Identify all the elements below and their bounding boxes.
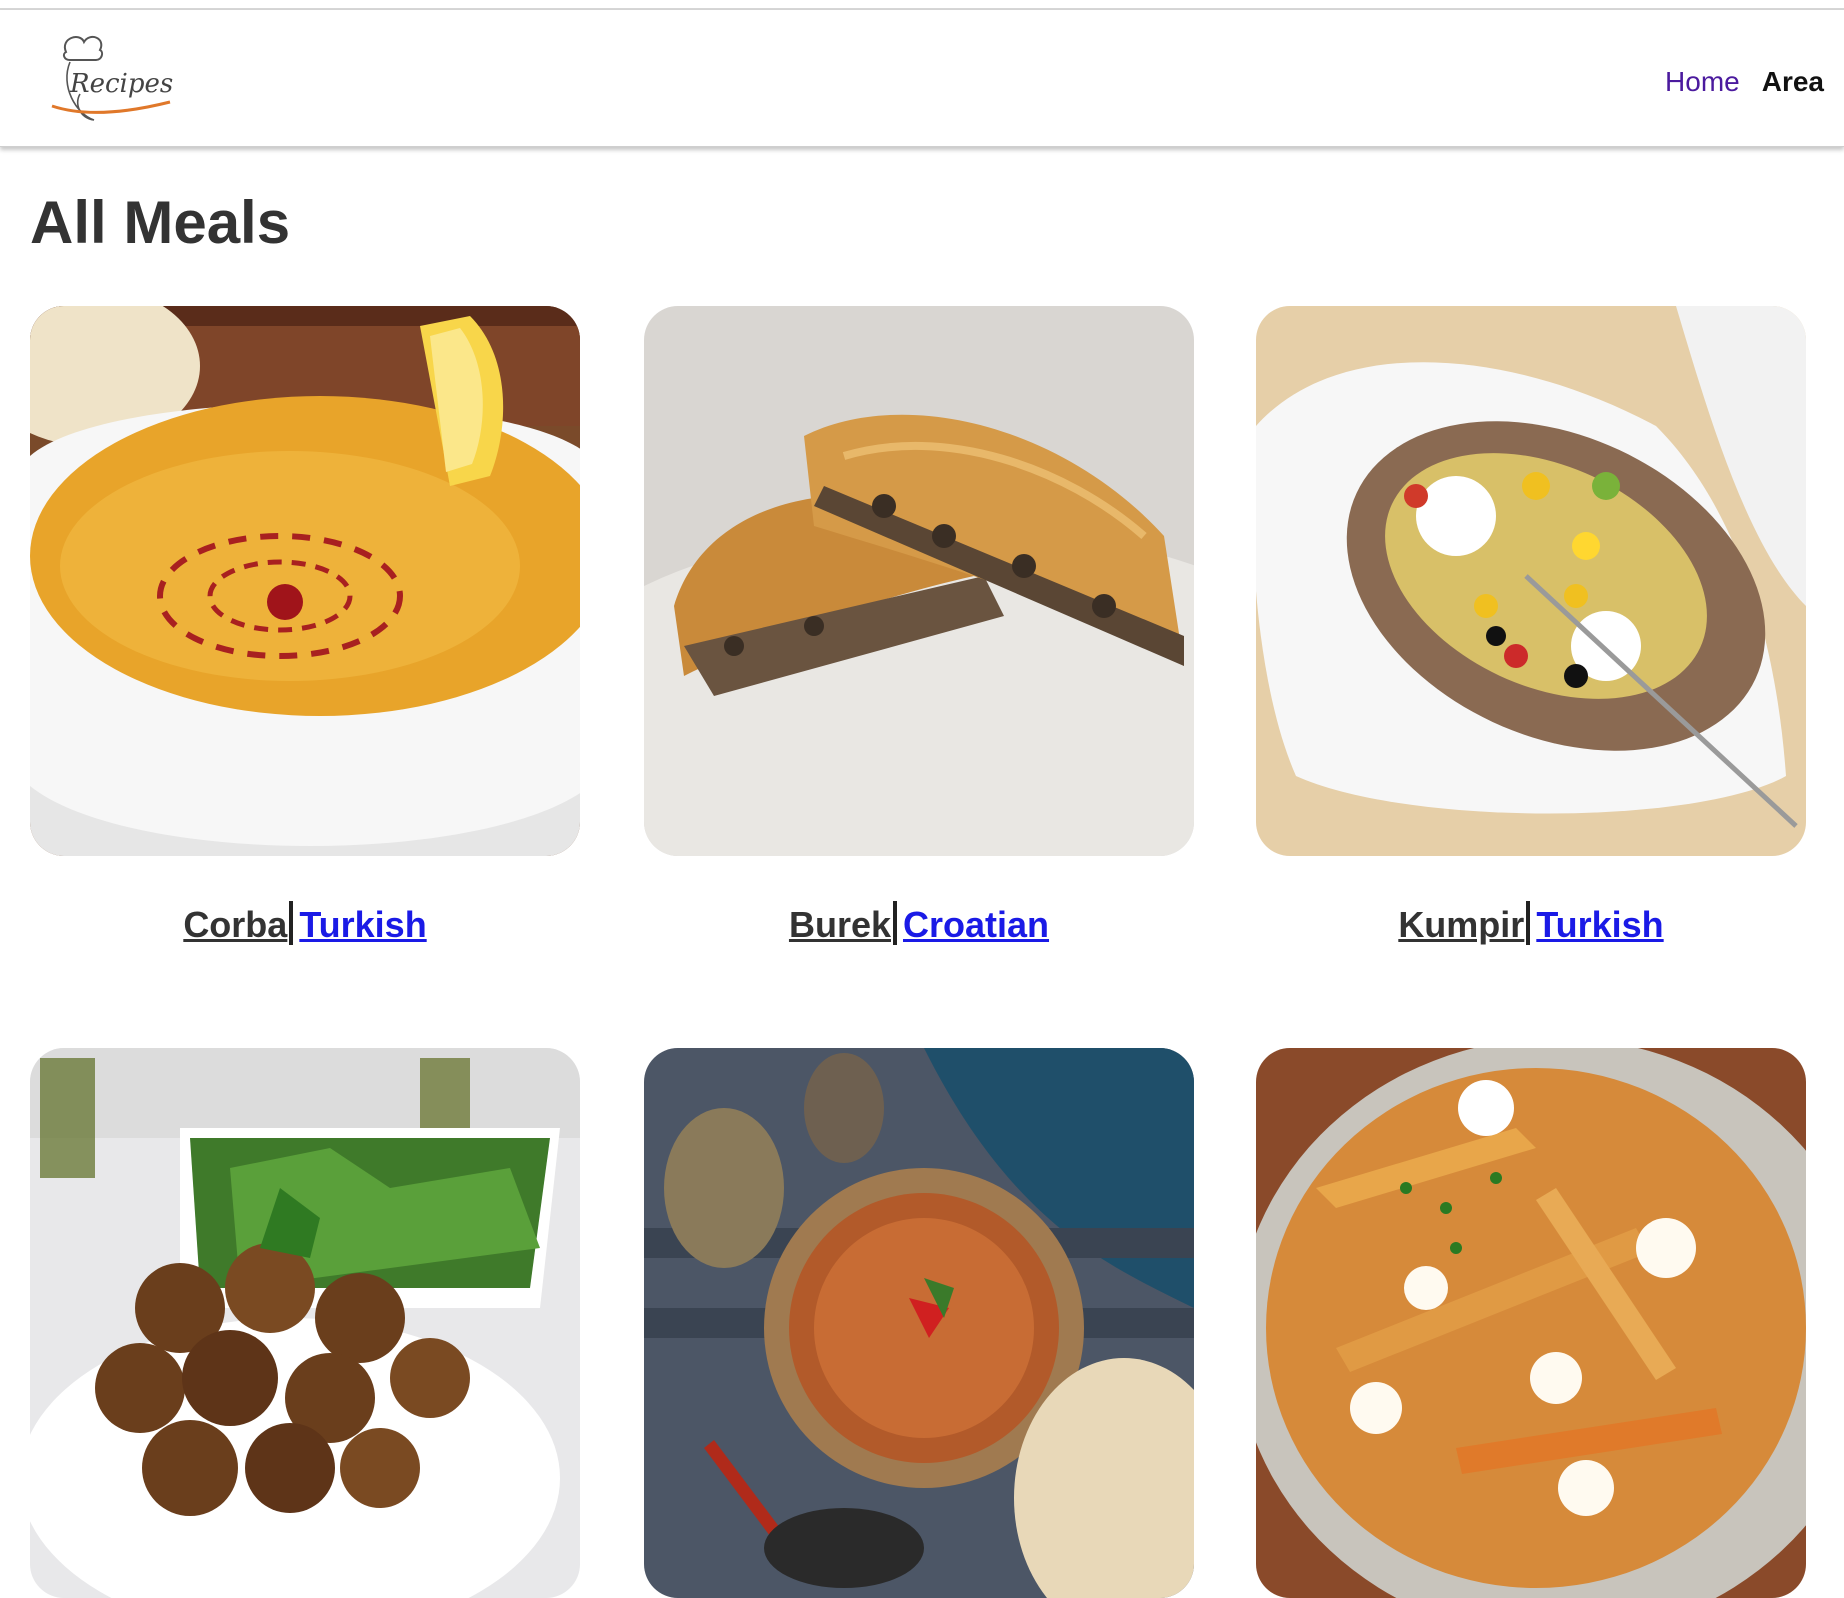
nav-area-link[interactable]: Area bbox=[1762, 66, 1824, 98]
meal-area-link[interactable]: Turkish bbox=[299, 904, 426, 945]
meal-card bbox=[644, 1048, 1194, 1598]
poutine-fries-photo-icon bbox=[1256, 1048, 1806, 1598]
meal-card: Kumpir Turkish bbox=[1256, 306, 1806, 945]
meal-image-corba[interactable] bbox=[30, 306, 580, 856]
meal-area-link[interactable]: Croatian bbox=[903, 904, 1049, 945]
caption-divider bbox=[1526, 901, 1531, 945]
meal-card bbox=[1256, 1048, 1806, 1598]
meal-caption: Burek Croatian bbox=[644, 901, 1194, 946]
spiced-soup-bowl-photo-icon bbox=[644, 1048, 1194, 1598]
main-nav: Home Area bbox=[1665, 66, 1824, 98]
lentil-soup-photo-icon bbox=[30, 306, 580, 856]
recipes-logo[interactable]: Recipes bbox=[44, 30, 174, 130]
falafel-plate-photo-icon bbox=[30, 1048, 580, 1598]
nav-home-link[interactable]: Home bbox=[1665, 66, 1740, 98]
meal-image-poutine[interactable] bbox=[1256, 1048, 1806, 1598]
meal-name-link[interactable]: Corba bbox=[183, 904, 287, 945]
burek-pastry-photo-icon bbox=[644, 306, 1194, 856]
svg-text:Recipes: Recipes bbox=[69, 69, 173, 99]
page-title: All Meals bbox=[30, 189, 291, 256]
meal-image-falafel[interactable] bbox=[30, 1048, 580, 1598]
meal-image-burek[interactable] bbox=[644, 306, 1194, 856]
meal-name-link[interactable]: Kumpir bbox=[1398, 904, 1524, 945]
meal-caption: Corba Turkish bbox=[30, 901, 580, 946]
caption-divider bbox=[289, 901, 294, 945]
meal-image-spiced-soup[interactable] bbox=[644, 1048, 1194, 1598]
meal-card: Corba Turkish bbox=[30, 306, 580, 945]
meal-name-link[interactable]: Burek bbox=[789, 904, 891, 945]
meal-card bbox=[30, 1048, 580, 1598]
top-navbar: Recipes Home Area bbox=[0, 10, 1844, 147]
meal-image-kumpir[interactable] bbox=[1256, 306, 1806, 856]
meal-caption: Kumpir Turkish bbox=[1256, 901, 1806, 946]
meal-card: Burek Croatian bbox=[644, 306, 1194, 945]
stuffed-potato-photo-icon bbox=[1256, 306, 1806, 856]
meal-area-link[interactable]: Turkish bbox=[1536, 904, 1663, 945]
caption-divider bbox=[893, 901, 897, 945]
browser-top-edge bbox=[0, 0, 1844, 10]
